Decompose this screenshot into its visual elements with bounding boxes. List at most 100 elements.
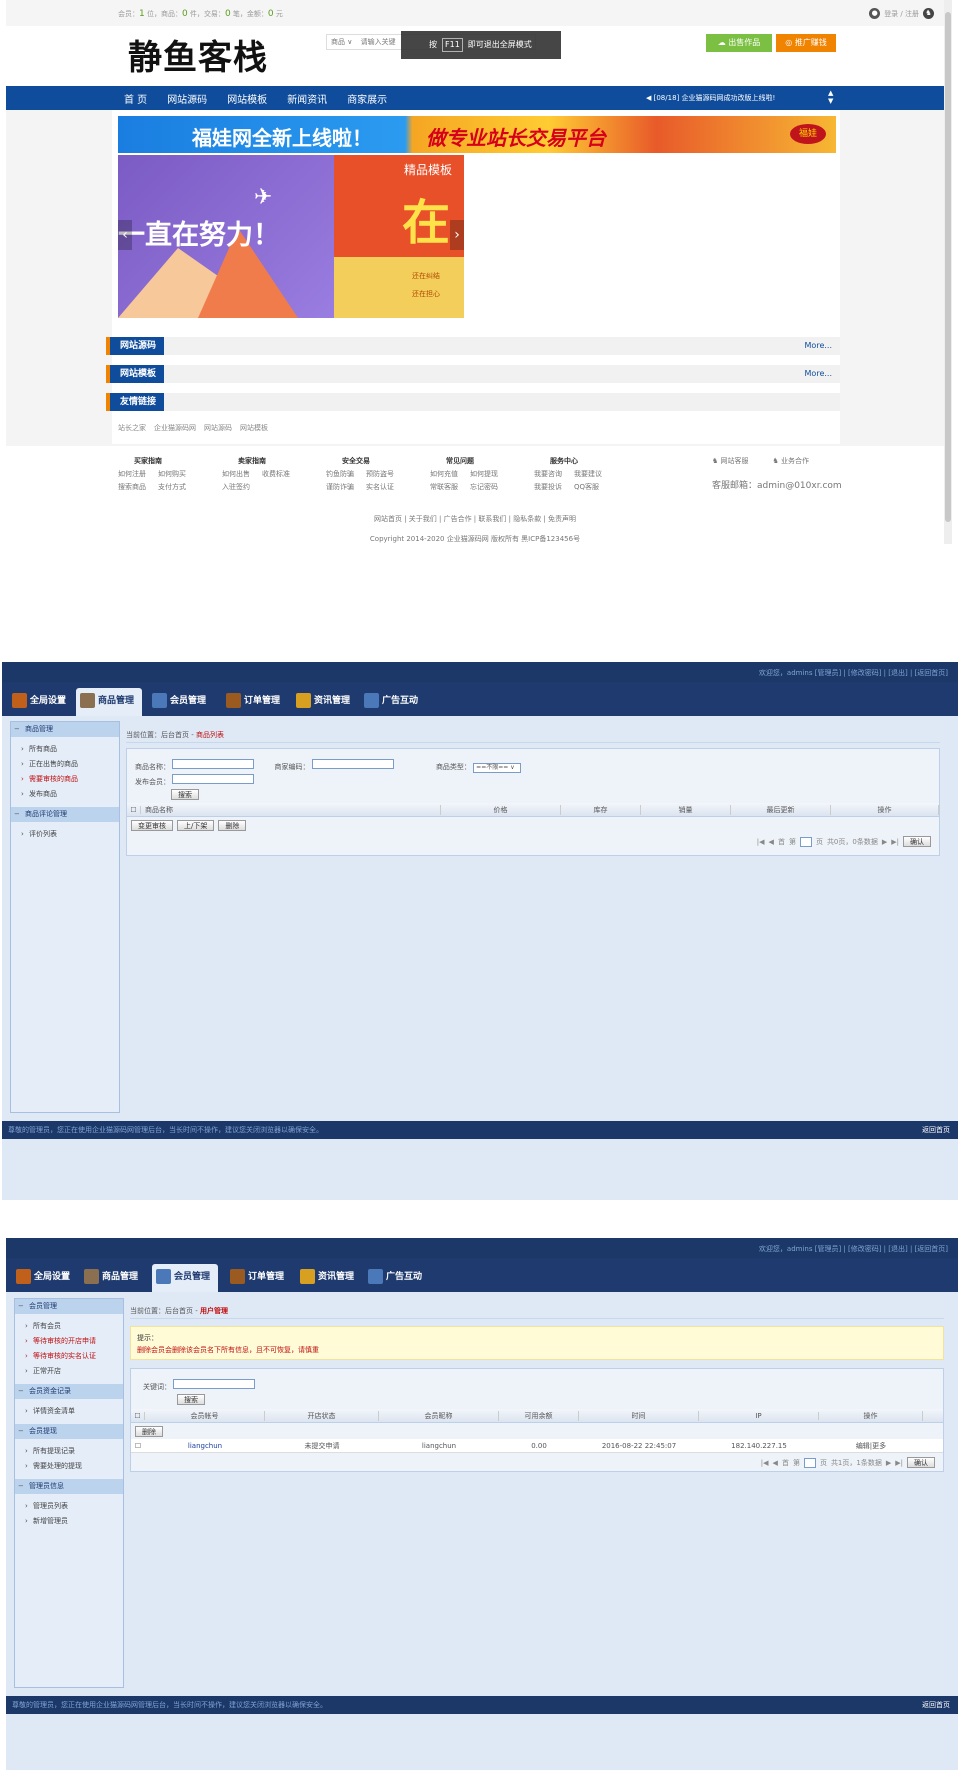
footer-link[interactable]: 收费标准 [262,469,290,479]
nav-item[interactable]: 首 页 [124,91,147,106]
notice-ticker[interactable]: ◀ [08/18] 企业猫源码网成功改版上线啦! [646,93,775,103]
search-category[interactable]: 商品 ∨ [331,38,352,46]
footer-link[interactable]: 预防盗号 [366,469,394,479]
biz-link[interactable]: ♞ 业务合作 [773,456,810,466]
pager-ok-button[interactable]: 确认 [903,836,931,847]
sidebar-item[interactable]: 等待审核的实名认证 [15,1349,123,1364]
promo-button[interactable]: ◎ 推广赚钱 [776,34,836,52]
slider-next-icon[interactable]: › [450,220,464,250]
nav-item[interactable]: 商家展示 [347,91,387,106]
goods-action-button[interactable]: 删除 [218,820,247,831]
sidebar-item[interactable]: 需要审核的商品 [11,772,119,787]
tab-1[interactable]: 商品管理 [80,1264,146,1292]
friend-link[interactable]: 站长之家 [118,424,146,432]
admin-links[interactable]: 欢迎您，admins [管理员] | [修改密码] | [退出] | [返回首页… [759,668,948,678]
footer-link[interactable]: 入驻签约 [222,482,250,492]
footer-link[interactable]: 忘记密码 [470,482,498,492]
sidebar-group[interactable]: 会员提现 [15,1424,123,1439]
login-area[interactable]: ● 登录 / 注册 ♞ [869,8,934,19]
page-scrollbar[interactable] [944,0,952,544]
more-link[interactable]: More... [805,369,832,378]
footer-link[interactable]: 如何充值 [430,469,458,479]
tab-2[interactable]: 会员管理 [148,688,214,716]
next-page-icon[interactable]: ▶ [886,1459,891,1467]
sidebar-item[interactable]: 所有提现记录 [15,1444,123,1459]
admin-links[interactable]: 欢迎您，admins [管理员] | [修改密码] | [退出] | [返回首页… [759,1244,948,1254]
nav-item[interactable]: 新闻资讯 [287,91,327,106]
search-button[interactable]: 搜索 [171,789,199,800]
footer-link[interactable]: QQ客服 [574,482,599,492]
footer-link[interactable]: 我要咨询 [534,469,562,479]
prev-page-icon[interactable]: ◀ [773,1459,778,1467]
last-page-icon[interactable]: ▶| [895,1459,903,1467]
slider-prev-icon[interactable]: ‹ [118,220,132,250]
sidebar-group[interactable]: 商品管理 [11,722,119,737]
sidebar-group[interactable]: 会员资金记录 [15,1384,123,1399]
nav-item[interactable]: 网站源码 [167,91,207,106]
site-help-link[interactable]: ♞ 网站客服 [712,456,749,466]
footer-link[interactable]: 实名认证 [366,482,394,492]
first-page-icon[interactable]: |◀ [757,838,765,846]
sidebar-group[interactable]: 会员管理 [15,1299,123,1314]
tab-3[interactable]: 订单管理 [222,688,288,716]
login-link[interactable]: 登录 / 注册 [884,9,919,19]
sidebar-item[interactable]: 正常开店 [15,1364,123,1379]
footer-link[interactable]: 搜索商品 [118,482,146,492]
first-page-icon[interactable]: |◀ [761,1459,769,1467]
goods-type-select[interactable]: ==不限== ∨ [473,763,522,773]
sidebar-item[interactable]: 管理员列表 [15,1499,123,1514]
site-logo[interactable]: 静鱼客栈 [128,30,268,79]
more-link[interactable]: More... [805,341,832,350]
qq-icon[interactable]: ♞ [923,8,934,19]
goods-action-button[interactable]: 上/下架 [177,820,215,831]
search-button[interactable]: 搜索 [177,1394,205,1405]
footer-link[interactable]: 我要投诉 [534,482,562,492]
tab-2[interactable]: 会员管理 [152,1264,218,1292]
sidebar-item[interactable]: 需要处理的提现 [15,1459,123,1474]
tab-1[interactable]: 商品管理 [76,688,142,716]
tab-0[interactable]: 全局设置 [8,688,74,716]
footer-links[interactable]: 网站首页 | 关于我们 | 广告合作 | 联系我们 | 隐私条款 | 免责声明 [6,514,944,524]
select-all-checkbox[interactable]: ☐ [127,805,141,814]
tab-0[interactable]: 全局设置 [12,1264,78,1292]
sidebar-item[interactable]: 等待审核的开店申请 [15,1334,123,1349]
sidebar-group[interactable]: 管理员信息 [15,1479,123,1494]
goods-name-input[interactable] [172,759,255,769]
seller-code-input[interactable] [311,759,394,769]
slider-image-2[interactable]: 精品模板 在 还在纠结 还在担心 [334,155,464,318]
back-home-link[interactable]: 返回首页 [922,1696,950,1714]
publisher-input[interactable] [172,774,255,784]
sidebar-item[interactable]: 详情资金清单 [15,1404,123,1419]
sidebar-item[interactable]: 评价列表 [11,827,119,842]
cell-account[interactable]: liangchun [145,1442,265,1450]
row-checkbox[interactable]: ☐ [131,1442,145,1450]
table-row[interactable]: ☐ liangchun 未提交申请 liangchun 0.00 2016-08-22 2… [131,1439,943,1453]
sidebar-group[interactable]: 商品评论管理 [11,807,119,822]
sidebar-item[interactable]: 所有会员 [15,1319,123,1334]
delete-button[interactable]: 删除 [135,1426,163,1437]
last-page-icon[interactable]: ▶| [891,838,899,846]
footer-link[interactable]: 如何购买 [158,469,186,479]
page-input[interactable] [803,1457,816,1468]
select-all-checkbox[interactable]: ☐ [131,1411,145,1420]
sell-button[interactable]: ☁ 出售作品 [706,34,772,52]
footer-link[interactable]: 支付方式 [158,482,186,492]
slider-image-1[interactable]: 一直在努力！ ✈ [118,155,334,318]
sidebar-item[interactable]: 所有商品 [11,742,119,757]
tab-5[interactable]: 广告互动 [364,1264,430,1292]
page-input[interactable] [799,836,812,847]
footer-link[interactable]: 我要建议 [574,469,602,479]
pager-ok-button[interactable]: 确认 [907,1457,935,1468]
tab-3[interactable]: 订单管理 [226,1264,292,1292]
footer-link[interactable]: 如何提现 [470,469,498,479]
footer-link[interactable]: 如何注册 [118,469,146,479]
tab-5[interactable]: 广告互动 [360,688,426,716]
keyword-input[interactable] [173,1379,256,1389]
promo-banner[interactable]: 福娃网全新上线啦！ 做专业站长交易平台 福娃 [118,116,836,153]
friend-link[interactable]: 企业猫源码网 [154,424,196,432]
tab-4[interactable]: 资讯管理 [296,1264,362,1292]
friend-link[interactable]: 网站源码 [204,424,232,432]
nav-item[interactable]: 网站模板 [227,91,267,106]
sidebar-item[interactable]: 发布商品 [11,787,119,802]
tab-4[interactable]: 资讯管理 [292,688,358,716]
